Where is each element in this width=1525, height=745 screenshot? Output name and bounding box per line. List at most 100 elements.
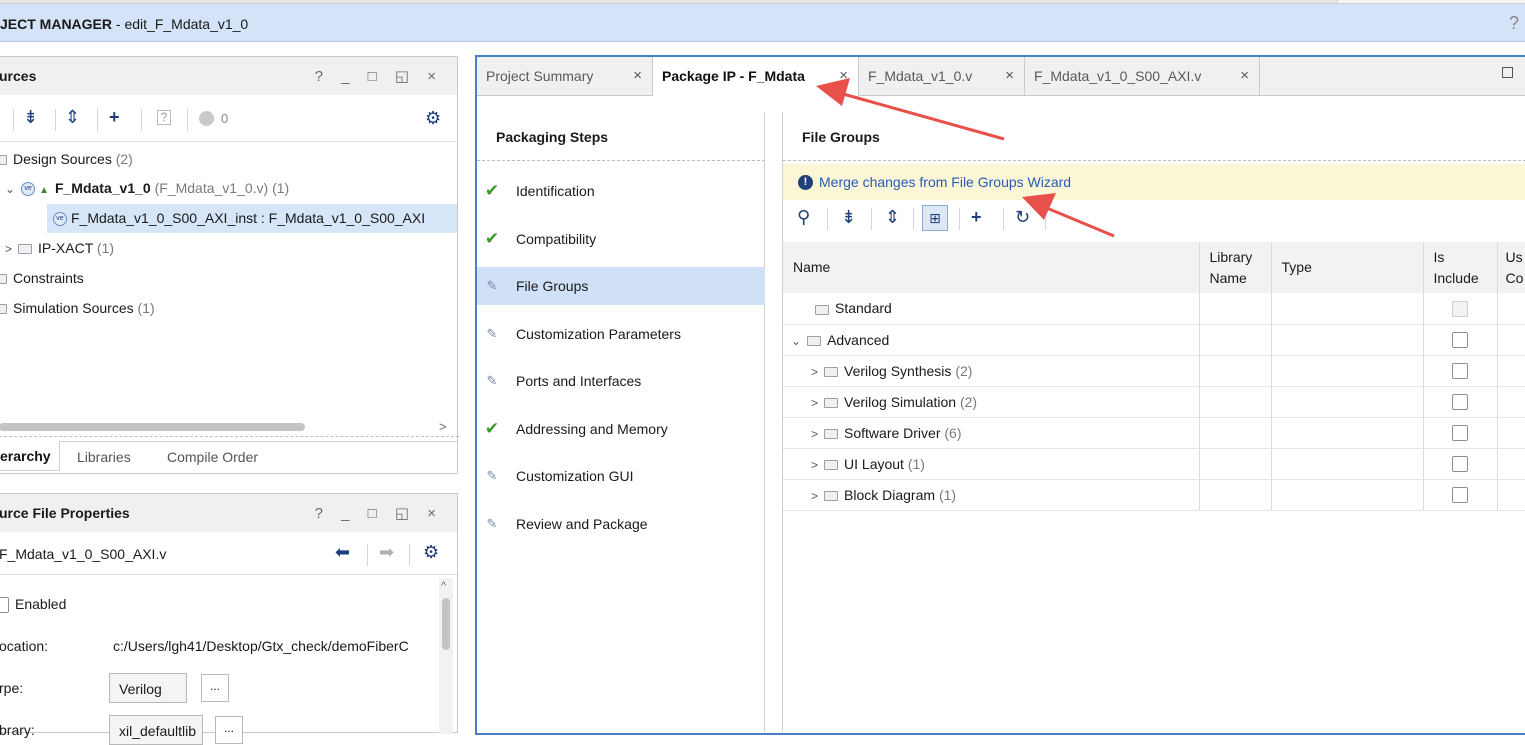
step-file-groups[interactable]: ✎ File Groups [477, 267, 765, 305]
step-ports-and-interfaces[interactable]: ✎ Ports and Interfaces [477, 362, 765, 400]
merge-banner: ! Merge changes from File Groups Wizard [783, 164, 1525, 200]
refresh-icon[interactable]: ↻ [1015, 207, 1030, 228]
add-sources-icon[interactable]: + [109, 107, 120, 128]
panel-controls[interactable]: ? _ □ ◱ × [315, 67, 443, 85]
tree-item-top-module[interactable]: ⌄ ve ▲ F_Mdata_v1_0 (F_Mdata_v1_0.v) (1) [5, 174, 289, 203]
step-compatibility[interactable]: ✔ Compatibility [477, 220, 765, 258]
status-count: 0 [221, 111, 229, 126]
location-value: c:/Users/lgh41/Desktop/Gtx_check/demoFib… [113, 638, 409, 654]
hierarchy-toggle-icon[interactable]: ⊞ [922, 205, 948, 231]
tree-item-axi-inst[interactable]: ve F_Mdata_v1_0_S00_AXI_inst : F_Mdata_v1… [47, 204, 457, 233]
gear-icon[interactable]: ⚙ [425, 108, 441, 129]
library-field[interactable]: xil_defaultlib [109, 715, 203, 745]
chevron-right-icon[interactable]: > [811, 489, 818, 503]
chevron-down-icon[interactable]: ⌄ [5, 182, 15, 196]
include-checkbox[interactable] [1452, 394, 1468, 411]
close-icon[interactable]: × [633, 57, 642, 95]
tab-project-summary[interactable]: Project Summary × [477, 57, 653, 96]
horizontal-scrollbar[interactable] [0, 423, 305, 431]
tree-item-constraints[interactable]: Constraints [0, 264, 84, 293]
collapse-all-icon[interactable]: ⇟ [23, 107, 38, 128]
col-name[interactable]: Name [783, 242, 1200, 293]
vertical-scrollbar[interactable]: ^ [439, 578, 453, 734]
tree-item-ip-xact[interactable]: > IP-XACT (1) [5, 234, 114, 263]
type-field[interactable]: Verilog [109, 673, 187, 703]
chevron-right-icon[interactable]: > [811, 427, 818, 441]
packaging-steps-title: Packaging Steps [496, 129, 609, 145]
edit-pencil-icon: ✎ [486, 468, 498, 483]
expand-all-icon[interactable]: ⇕ [65, 107, 80, 128]
tab-s00-axi-v[interactable]: F_Mdata_v1_0_S00_AXI.v × [1025, 57, 1260, 96]
library-label: brary: [0, 722, 35, 738]
enabled-checkbox[interactable] [0, 597, 9, 614]
table-row[interactable]: ⌄ Advanced [783, 324, 1525, 356]
properties-file-name: F_Mdata_v1_0_S00_AXI.v [0, 546, 167, 562]
tab-hierarchy[interactable]: erarchy [0, 441, 60, 471]
include-checkbox[interactable] [1452, 487, 1468, 504]
chevron-right-icon[interactable]: > [5, 242, 12, 256]
sources-panel: urces ? _ □ ◱ × ⇟ ⇕ + ? 0 ⚙ Design Sourc… [0, 56, 459, 474]
step-customization-parameters[interactable]: ✎ Customization Parameters [477, 315, 765, 353]
back-arrow-icon[interactable]: ⬅ [335, 542, 350, 563]
project-manager-bar: JECT MANAGER - edit_F_Mdata_v1_0 ? [0, 4, 1525, 42]
expand-all-icon[interactable]: ⇕ [885, 207, 900, 228]
chevron-right-icon[interactable]: > [811, 396, 818, 410]
search-icon[interactable]: ⚲ [797, 207, 810, 228]
close-icon[interactable]: × [1240, 57, 1249, 95]
col-is-include[interactable]: Is Include [1423, 242, 1498, 293]
gear-icon[interactable]: ⚙ [423, 542, 439, 563]
table-row[interactable]: > UI Layout (1) [783, 448, 1525, 480]
table-row[interactable]: > Software Driver (6) [783, 417, 1525, 449]
chevron-down-icon[interactable]: ⌄ [791, 334, 801, 348]
table-row[interactable]: > Verilog Simulation (2) [783, 386, 1525, 418]
panel-controls[interactable]: ? _ □ ◱ × [315, 504, 443, 522]
forward-arrow-icon[interactable]: ➡ [379, 542, 394, 563]
table-row[interactable]: Standard [783, 293, 1525, 325]
folder-icon [824, 459, 839, 470]
close-icon[interactable]: × [839, 57, 848, 95]
include-checkbox[interactable] [1452, 425, 1468, 442]
maximize-icon[interactable] [1502, 67, 1513, 78]
tree-item-design-sources[interactable]: Design Sources (2) [0, 145, 133, 174]
chevron-right-icon[interactable]: > [811, 458, 818, 472]
table-row[interactable]: > Verilog Synthesis (2) [783, 355, 1525, 387]
enabled-row[interactable]: Enabled [0, 596, 66, 614]
add-icon[interactable]: + [971, 207, 982, 228]
step-identification[interactable]: ✔ Identification [477, 172, 765, 210]
step-addressing-and-memory[interactable]: ✔ Addressing and Memory [477, 410, 765, 448]
editor-tab-bar: Project Summary × Package IP - F_Mdata × F… [477, 57, 1525, 97]
merge-wizard-link[interactable]: Merge changes from File Groups Wizard [819, 174, 1071, 190]
type-browse-button[interactable]: ... [201, 674, 229, 702]
check-icon: ✔ [484, 229, 500, 248]
include-checkbox[interactable] [1452, 363, 1468, 380]
verilog-module-icon: ve [53, 212, 67, 227]
tab-f-mdata-v[interactable]: F_Mdata_v1_0.v × [859, 57, 1025, 96]
tab-libraries[interactable]: Libraries [77, 449, 131, 465]
table-header: Name Library Name Type Is Include Us Co [783, 242, 1525, 293]
include-checkbox[interactable] [1452, 456, 1468, 473]
hierarchy-icon: ▲ [39, 185, 49, 196]
project-manager-title: JECT MANAGER - edit_F_Mdata_v1_0 [0, 16, 249, 32]
close-icon[interactable]: × [1005, 57, 1014, 95]
chevron-right-icon[interactable]: > [811, 365, 818, 379]
file-groups-title: File Groups [802, 129, 880, 145]
scroll-right-icon[interactable]: > [439, 419, 447, 434]
tab-compile-order[interactable]: Compile Order [167, 449, 258, 465]
include-checkbox[interactable] [1452, 332, 1468, 349]
step-review-and-package[interactable]: ✎ Review and Package [477, 505, 765, 543]
help-box-icon[interactable]: ? [157, 110, 171, 125]
tree-item-simulation-sources[interactable]: Simulation Sources (1) [0, 294, 155, 323]
col-type[interactable]: Type [1271, 242, 1424, 293]
table-row[interactable]: > Block Diagram (1) [783, 479, 1525, 511]
col-library-name[interactable]: Library Name [1199, 242, 1272, 293]
step-customization-gui[interactable]: ✎ Customization GUI [477, 457, 765, 495]
folder-icon [0, 274, 7, 285]
help-icon[interactable]: ? [1509, 13, 1519, 34]
collapse-all-icon[interactable]: ⇟ [841, 207, 856, 228]
source-file-properties-panel: urce File Properties ? _ □ ◱ × F_Mdata_v… [0, 493, 459, 745]
status-dot-icon [199, 111, 214, 126]
col-used-in[interactable]: Us Co [1497, 242, 1525, 293]
library-browse-button[interactable]: ... [215, 716, 243, 744]
tab-package-ip[interactable]: Package IP - F_Mdata × [653, 57, 859, 97]
file-groups-table: Name Library Name Type Is Include Us Co Sta… [783, 242, 1525, 511]
